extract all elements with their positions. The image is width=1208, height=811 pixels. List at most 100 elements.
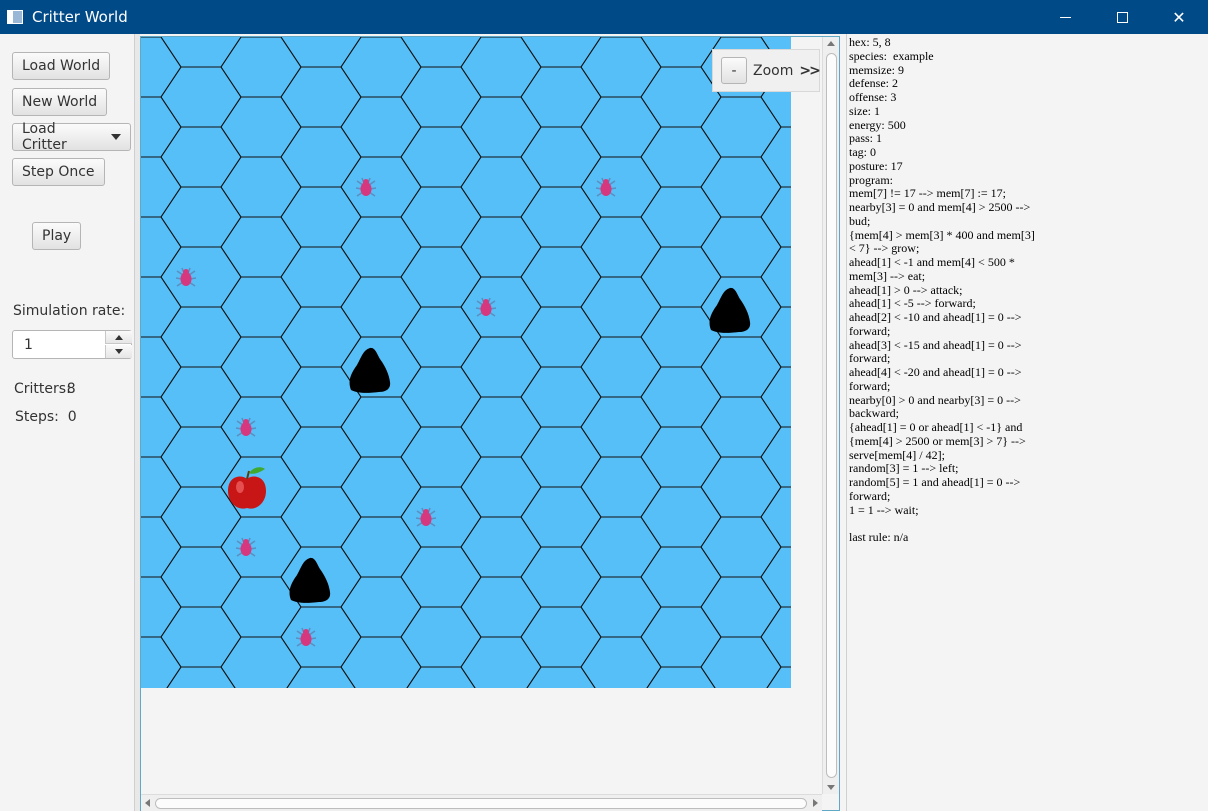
steps-count: Steps: 0 [15, 409, 77, 425]
info-line: tag: 0 [849, 145, 876, 159]
info-line: bud; [849, 213, 871, 228]
scroll-left-icon[interactable] [145, 799, 150, 807]
load-world-button[interactable]: Load World [12, 52, 111, 80]
hex-cell[interactable] [341, 757, 421, 797]
critters-label: Critters: [14, 381, 71, 397]
info-line: pass: 1 [849, 131, 882, 146]
spinner-decrement-button[interactable] [105, 345, 132, 358]
vertical-scroll-thumb[interactable] [826, 53, 837, 778]
new-world-label: New World [22, 94, 98, 110]
scroll-down-icon[interactable] [827, 785, 835, 790]
steps-value: 0 [67, 409, 77, 425]
info-line: mem[3] --> eat; [849, 268, 926, 283]
maximize-button[interactable] [1099, 0, 1145, 34]
info-line: ahead[4] < -20 and ahead[1] = 0 --> [849, 365, 1022, 379]
info-line: species: example [849, 48, 934, 63]
info-line: ahead[1] < -1 and mem[4] < 500 * [849, 255, 1015, 269]
hex-cell[interactable] [221, 757, 301, 797]
play-button[interactable]: Play [32, 222, 82, 250]
info-line [849, 517, 1208, 531]
scroll-up-icon[interactable] [827, 41, 835, 46]
close-icon: ✕ [1172, 7, 1186, 27]
hex-cell[interactable] [221, 697, 301, 757]
play-label: Play [42, 228, 72, 244]
horizontal-scroll-thumb[interactable] [155, 798, 807, 809]
title-bar: Critter World ✕ [0, 0, 1208, 34]
info-line: posture: 17 [849, 158, 903, 173]
step-once-label: Step Once [22, 164, 95, 180]
zoom-toolbar: - Zoom >> [712, 49, 821, 92]
hex-cell[interactable] [581, 697, 661, 757]
info-line: memsize: 9 [849, 62, 904, 77]
load-world-label: Load World [22, 58, 101, 74]
info-line: last rule: n/a [849, 530, 909, 544]
minimize-button[interactable] [1042, 0, 1088, 34]
zoom-more-button[interactable]: >> [799, 63, 821, 79]
hex-cell[interactable] [641, 727, 721, 787]
chevron-up-icon [115, 334, 123, 340]
hex-cell[interactable] [161, 727, 241, 787]
close-button[interactable]: ✕ [1156, 0, 1202, 34]
info-line: forward; [849, 323, 891, 338]
info-line: ahead[1] > 0 --> attack; [849, 282, 963, 297]
info-line: forward; [849, 378, 891, 393]
spinner-increment-button[interactable] [105, 331, 132, 344]
zoom-label: Zoom [753, 62, 794, 79]
info-line: hex: 5, 8 [849, 35, 891, 49]
hex-cell[interactable] [581, 757, 661, 797]
window-title: Critter World [32, 8, 128, 26]
info-line: serve[mem[4] / 42]; [849, 447, 945, 462]
load-critter-label: Load Critter [22, 121, 67, 153]
control-panel: Load World New World Load Critter Step O… [0, 34, 134, 811]
info-line: ahead[1] < -5 --> forward; [849, 296, 976, 311]
info-line: forward; [849, 488, 891, 503]
minimize-icon [1059, 16, 1071, 18]
zoom-out-button[interactable]: - [721, 57, 747, 84]
info-line: {mem[4] > 2500 or mem[3] > 7} --> [849, 433, 1026, 448]
horizontal-scrollbar[interactable] [141, 794, 822, 811]
hex-cell[interactable] [141, 757, 181, 797]
info-line: defense: 2 [849, 76, 898, 91]
vertical-scrollbar[interactable] [822, 37, 839, 794]
hex-cell[interactable] [461, 697, 541, 757]
hex-cell[interactable] [341, 697, 421, 757]
new-world-button[interactable]: New World [12, 88, 108, 116]
app-icon [7, 10, 23, 24]
info-line: program: [849, 172, 893, 187]
hex-cell[interactable] [461, 757, 541, 797]
critters-value: 8 [66, 381, 76, 397]
scroll-right-icon[interactable] [813, 799, 818, 807]
info-line: ahead[2] < -10 and ahead[1] = 0 --> [849, 310, 1022, 324]
info-line: random[5] = 1 and ahead[1] = 0 --> [849, 475, 1021, 489]
info-line: < 7} --> grow; [849, 241, 920, 256]
info-line: mem[7] != 17 --> mem[7] := 17; [849, 186, 1006, 201]
step-once-button[interactable]: Step Once [12, 158, 105, 186]
hex-cell[interactable] [701, 757, 781, 797]
info-line: 1 = 1 --> wait; [849, 502, 919, 517]
simulation-rate-spinner[interactable] [12, 330, 132, 359]
info-line: backward; [849, 406, 899, 421]
info-line: offense: 3 [849, 90, 897, 104]
info-line: size: 1 [849, 103, 880, 118]
hex-world[interactable] [141, 37, 840, 797]
info-line: energy: 500 [849, 117, 906, 132]
critters-count: Critters:8 [14, 381, 76, 397]
info-line: random[3] = 1 --> left; [849, 461, 959, 476]
chevron-down-icon [115, 349, 123, 354]
hex-cell[interactable] [281, 727, 361, 787]
info-line: nearby[0] > 0 and nearby[3] = 0 --> [849, 392, 1021, 407]
simulation-rate-label: Simulation rate: [13, 303, 126, 319]
info-line: ahead[3] < -15 and ahead[1] = 0 --> [849, 337, 1022, 352]
world-scroll-pane[interactable] [140, 36, 840, 811]
critter-info-panel: hex: 5, 8 species: example memsize: 9 defen… [846, 34, 1208, 811]
info-line: forward; [849, 351, 891, 366]
info-line: {ahead[1] = 0 or ahead[1] < -1} and [849, 420, 1023, 434]
simulation-rate-input[interactable] [13, 331, 105, 358]
hex-cell[interactable] [521, 727, 601, 787]
load-critter-dropdown[interactable]: Load Critter [12, 121, 131, 153]
info-line: nearby[3] = 0 and mem[4] > 2500 --> [849, 200, 1031, 214]
hex-cell[interactable] [701, 697, 781, 757]
hex-cell[interactable] [401, 727, 481, 787]
hex-cell[interactable] [141, 697, 181, 757]
chevron-down-icon [111, 134, 121, 140]
